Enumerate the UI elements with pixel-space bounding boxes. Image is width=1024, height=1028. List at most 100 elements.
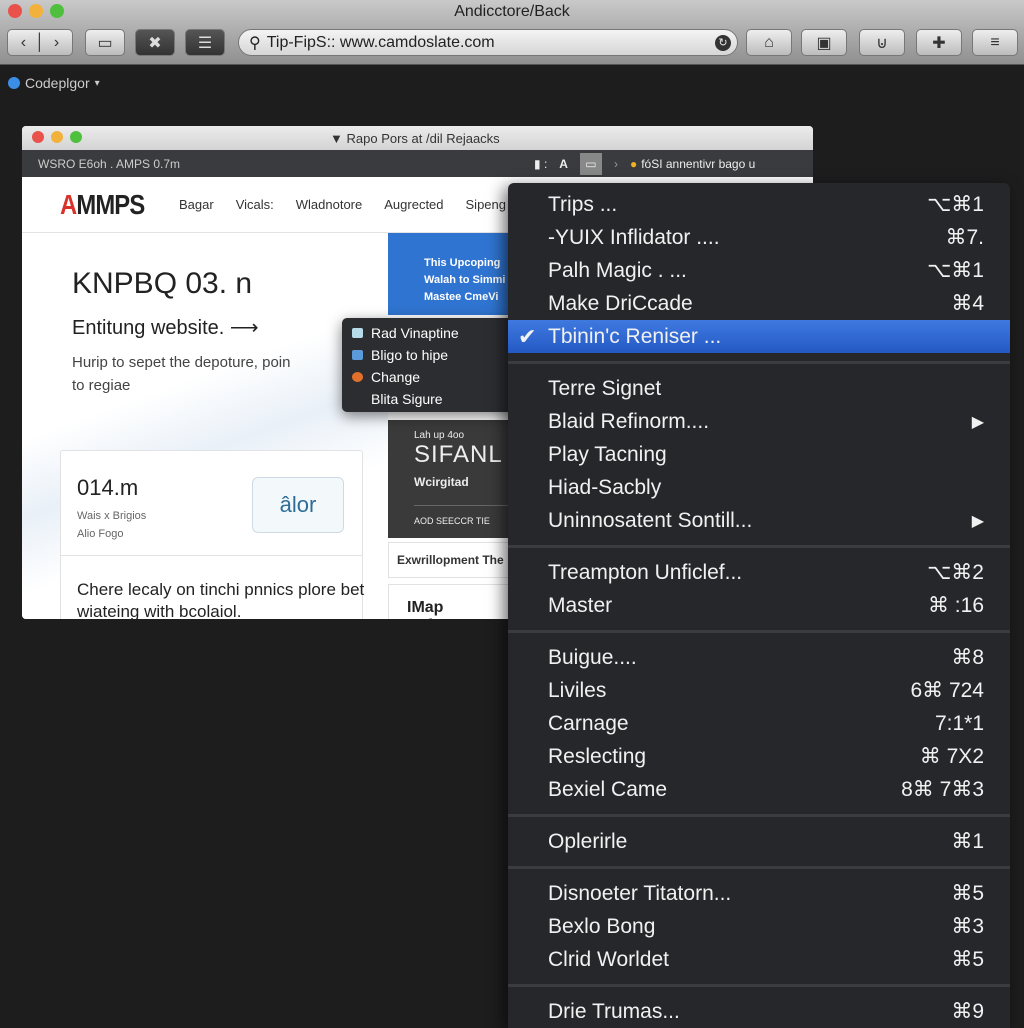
sidebar-button[interactable]: ▭ (85, 29, 125, 56)
menu-item[interactable]: Make DriCcade ⌘4 (508, 287, 1010, 320)
menu-item[interactable]: Liviles 6⌘ 724 (508, 674, 1010, 707)
plus-icon: ✚ (932, 34, 946, 52)
site-logo[interactable]: AMMPS (60, 189, 145, 221)
menu-item-label: Carnage (548, 711, 629, 735)
menu-item-label: Drie Trumas... (548, 999, 680, 1023)
popup-item-icon (352, 350, 363, 360)
arrow-right-icon[interactable]: ⟶ (230, 317, 259, 339)
menu-button[interactable]: ≡ (972, 29, 1018, 56)
menu-item[interactable]: Oplerirle ⌘1 (508, 825, 1010, 858)
nav-link[interactable]: Sipeng (466, 197, 506, 212)
card-sub1: Wais x Brigios (77, 510, 147, 522)
menu-item[interactable]: Disnoeter Titatorn... ⌘5 (508, 877, 1010, 910)
menu-item-label: Bexiel Came (548, 777, 668, 801)
checkmark-icon: ✔ (518, 323, 537, 349)
popup-item[interactable]: Rad Vinaptine (352, 322, 522, 344)
shield-icon: ⊍ (876, 34, 888, 52)
menu-item[interactable]: Bexlo Bong ⌘3 (508, 910, 1010, 943)
list-icon: ☰ (197, 34, 213, 52)
popup-item[interactable]: Bligo to hipe (352, 344, 522, 366)
menu-item[interactable]: Clrid Worldet ⌘5 (508, 943, 1010, 976)
home-button[interactable]: ⌂ (746, 29, 792, 56)
menu-item[interactable]: Terre Signet (508, 372, 1010, 405)
menu-item[interactable]: Blaid Refinorm.... ▶ (508, 405, 1010, 438)
inner-title: Rapo Pors at /dil Rejaacks (346, 131, 500, 146)
menu-item-label: Disnoeter Titatorn... (548, 881, 732, 905)
url-text[interactable]: Tip-FipS:: www.camdoslate.com (267, 34, 495, 52)
screen-icon[interactable]: ▭ (579, 153, 602, 175)
hero-title: KNPBQ 03. n (72, 267, 253, 300)
tools-button[interactable]: ✖ (135, 29, 175, 56)
menu-separator (508, 858, 1010, 877)
bookmark-item[interactable]: Codeplgor ▾ (8, 75, 100, 91)
menu-item-shortcut: ⌘1 (951, 830, 984, 853)
menu-item[interactable]: Carnage 7:1*1 (508, 707, 1010, 740)
menu-item-label: Make DriCcade (548, 291, 693, 315)
promo-panel[interactable]: This Upcoping Walah to Simmi Mastee CmeV… (388, 233, 518, 315)
info-card: 014.m Wais x Brigios Alio Fogo âlor Chere… (60, 450, 364, 619)
inner-minimize-button[interactable] (51, 131, 63, 143)
menu-item-label: Treampton Unficlef... (548, 560, 743, 584)
font-icon[interactable]: A (559, 157, 568, 171)
menu-item[interactable]: Uninnosatent Sontill... ▶ (508, 504, 1010, 537)
page-icon[interactable]: ▮ : (534, 157, 547, 171)
menu-item[interactable]: Play Tacning (508, 438, 1010, 471)
menu-item-shortcut: ⌘3 (951, 915, 984, 938)
menu-item-label: Trips ... (548, 192, 618, 216)
menu-item[interactable]: Bexiel Came 8⌘ 7⌘3 (508, 773, 1010, 806)
menu-item-shortcut: 7:1*1 (934, 711, 984, 735)
menu-item[interactable]: ✔ Tbinin'c Reniser ... (508, 320, 1010, 353)
card-value: 014.m (77, 475, 139, 500)
nav-link[interactable]: Vicals: (236, 197, 274, 212)
inner-zoom-button[interactable] (70, 131, 82, 143)
nav-link[interactable]: Augrected (384, 197, 443, 212)
menu-item[interactable]: Trips ... ⌥⌘1 (508, 188, 1010, 221)
menu-item-shortcut: ⌘7. (945, 226, 984, 249)
card-sub2: Alio Fogo (77, 528, 124, 540)
back-forward-buttons[interactable]: ‹ │ › (7, 29, 73, 56)
shield-button[interactable]: ⊍ (859, 29, 905, 56)
address-bar[interactable]: ⚲ Tip-FipS:: www.camdoslate.com ↻ (238, 29, 738, 56)
menu-item[interactable]: Treampton Unficlef... ⌥⌘2 (508, 556, 1010, 589)
popup-item-icon (352, 372, 363, 382)
menu-item-label: Tbinin'c Reniser ... (548, 324, 722, 348)
menu-item-shortcut: 8⌘ 7⌘3 (901, 778, 984, 801)
bookmark-button[interactable]: ▣ (801, 29, 847, 56)
bookmark-icon: ▣ (816, 34, 832, 52)
menu-item-shortcut: ⌘8 (951, 646, 984, 669)
forward-icon[interactable]: › (54, 34, 59, 52)
popup-item[interactable]: Change (352, 366, 522, 388)
menu-item[interactable]: -YUIX Inflidator .... ⌘7. (508, 221, 1010, 254)
menu-item-label: Hiad-Sacbly (548, 475, 662, 499)
popup-item-icon (352, 394, 363, 404)
menu-item-label: Terre Signet (548, 376, 662, 400)
chevron-right-icon: › (613, 157, 618, 171)
popup-item-label: Change (371, 369, 421, 385)
menu-item[interactable]: Reslecting ⌘ 7X2 (508, 740, 1010, 773)
menu-item[interactable]: Hiad-Sacbly (508, 471, 1010, 504)
menu-item-shortcut: ⌘5 (951, 882, 984, 905)
nav-link[interactable]: Bagar (179, 197, 214, 212)
nav-link[interactable]: Wladnotore (296, 197, 362, 212)
menu-item-label: Reslecting (548, 744, 647, 768)
side-card-2[interactable]: IMap Eefsac (388, 584, 518, 619)
add-button[interactable]: ✚ (916, 29, 962, 56)
menu-separator (508, 622, 1010, 641)
home-icon: ⌂ (764, 33, 774, 51)
popup-item-label: Bligo to hipe (371, 347, 449, 363)
reload-icon[interactable]: ↻ (715, 34, 731, 51)
menu-item[interactable]: Drie Trumas... ⌘9 (508, 995, 1010, 1028)
popup-menu: Rad Vinaptine Bligo to hipe Change Blita Si… (342, 318, 522, 412)
card-button[interactable]: âlor (252, 477, 344, 533)
side-card-1[interactable]: Exwrillopment The (388, 542, 518, 578)
menu-item[interactable]: Buigue.... ⌘8 (508, 641, 1010, 674)
inner-close-button[interactable] (32, 131, 44, 143)
back-icon[interactable]: ‹ (21, 34, 26, 52)
menu-item-label: Buigue.... (548, 645, 637, 669)
wifi-icon: ▼ (330, 131, 343, 146)
popup-item[interactable]: Blita Sigure (352, 388, 522, 410)
menu-item[interactable]: Master ⌘ :16 (508, 589, 1010, 622)
menu-item[interactable]: Palh Magic . ... ⌥⌘1 (508, 254, 1010, 287)
list-button[interactable]: ☰ (185, 29, 225, 56)
inner-toolbar: WSRO E6oh . AMPS 0.7m ▮ : A ▭ › ● fóSI a… (22, 150, 813, 177)
